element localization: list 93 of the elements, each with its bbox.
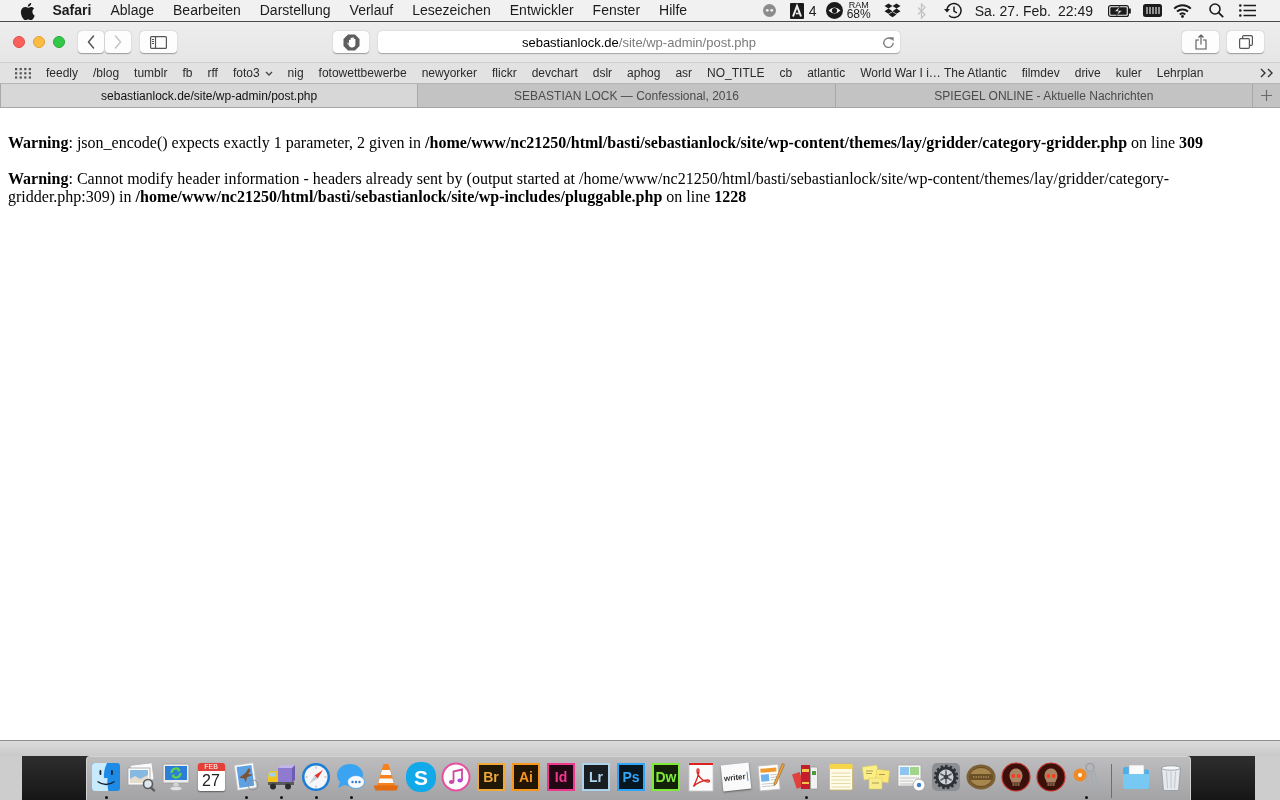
bookmark-link[interactable]: tumblr: [134, 66, 168, 80]
tab[interactable]: SEBASTIAN LOCK — Confessional, 2016: [417, 84, 835, 107]
bookmark-link[interactable]: World War I i… The Atlantic: [860, 66, 1007, 80]
bookmark-link[interactable]: cb: [779, 66, 793, 80]
chevron-right-icon: [114, 35, 122, 49]
sidebar-button[interactable]: [140, 31, 177, 53]
document-pencil-icon[interactable]: [756, 762, 786, 792]
history-icon[interactable]: [942, 2, 962, 19]
time-label[interactable]: 22:49: [1057, 2, 1093, 19]
writer-tile[interactable]: writer: [720, 762, 752, 792]
warning-message: Warning: Cannot modify header information - headers already sent by (output started at /home/www/nc21250/html/basti/sebastianlock/site/wp-content/themes/lay/gridder/category-gridder.php:309) in /home/www/nc21250/html/basti/sebastianlock/site/wp-includes/pluggable.php on line 1228: [8, 170, 1171, 206]
close-button[interactable]: [13, 36, 25, 48]
chip-icon[interactable]: [1143, 3, 1162, 18]
content-blocker-button[interactable]: [333, 31, 369, 53]
date-label[interactable]: Sa. 27. Feb.: [974, 2, 1051, 19]
back-button[interactable]: [78, 31, 104, 53]
compass-icon[interactable]: [301, 762, 331, 792]
bookmark-link[interactable]: asr: [675, 66, 693, 80]
ram-reading[interactable]: 68%: [846, 9, 871, 20]
chevron-down-icon: [264, 70, 273, 76]
smiling-face-icon[interactable]: [91, 762, 121, 792]
stop-hand-icon: [342, 33, 360, 51]
address-field[interactable]: sebastianlock.de/site/wp-admin/post.php: [378, 31, 900, 53]
grid-icon[interactable]: [15, 67, 31, 79]
menu-item[interactable]: Bearbeiten: [163, 0, 251, 21]
count-label[interactable]: 4: [808, 2, 817, 19]
bookmark-link[interactable]: Lehrplan: [1156, 66, 1204, 80]
bookmark-link[interactable]: /blog: [93, 66, 120, 80]
document-swirl-icon[interactable]: [686, 762, 716, 792]
menu-item[interactable]: Ablage: [100, 0, 164, 21]
ram-caption[interactable]: RAM: [848, 1, 869, 9]
search-icon[interactable]: [1209, 3, 1224, 18]
bookmark-link[interactable]: fotowettbewerbe: [318, 66, 407, 80]
bookmark-link[interactable]: rff: [207, 66, 218, 80]
share-icon: [1194, 34, 1207, 50]
reload-icon[interactable]: [881, 35, 895, 49]
chevron-left-icon: [87, 35, 95, 49]
menu-item[interactable]: Fenster: [583, 0, 650, 21]
bookmark-link[interactable]: dslr: [592, 66, 613, 80]
truck-icon[interactable]: [266, 762, 296, 792]
tab[interactable]: sebastianlock.de/site/wp-admin/post.php: [0, 84, 418, 107]
share-button[interactable]: [1182, 31, 1219, 53]
app-tile[interactable]: Dw: [652, 763, 680, 791]
monitor-icon[interactable]: [161, 762, 191, 792]
photo-magnifier-icon[interactable]: [126, 762, 156, 792]
menu-item[interactable]: Entwickler: [500, 0, 584, 21]
bookmark-link[interactable]: aphog: [627, 66, 661, 80]
menu-item[interactable]: Lesezeichen: [402, 0, 501, 21]
music-note-icon[interactable]: [441, 762, 471, 792]
bookmark-link[interactable]: NO_TITLE: [707, 66, 765, 80]
bookmark-link[interactable]: nig: [287, 66, 304, 80]
books-icon[interactable]: [791, 762, 821, 792]
list-icon[interactable]: [1239, 4, 1256, 17]
double-chevron-icon[interactable]: [1260, 68, 1275, 78]
eye-icon[interactable]: [825, 2, 843, 19]
face-circle-icon[interactable]: [762, 4, 776, 17]
plus-icon: [1261, 90, 1272, 101]
bookmark-link[interactable]: fb: [182, 66, 193, 80]
app-tile[interactable]: Br: [477, 763, 505, 791]
bookmark-link[interactable]: kuler: [1115, 66, 1142, 80]
diamond-pattern-icon[interactable]: [883, 3, 901, 18]
tab-overview-button[interactable]: [1227, 31, 1264, 53]
menu-item[interactable]: Darstellung: [250, 0, 341, 21]
bookmark-link[interactable]: feedly: [46, 66, 79, 80]
bookmark-folder[interactable]: foto3: [232, 66, 273, 80]
app-menu[interactable]: Safari: [43, 0, 101, 21]
wifi-icon[interactable]: [1173, 3, 1192, 18]
triangle-logo-icon[interactable]: [789, 2, 804, 19]
gear-icon[interactable]: [931, 762, 961, 792]
traffic-cone-icon[interactable]: [371, 762, 401, 792]
medallion-icon[interactable]: [966, 762, 996, 792]
speech-bubble-icon[interactable]: [336, 762, 366, 792]
battery-icon[interactable]: [1108, 4, 1131, 17]
skull-icon[interactable]: [1036, 762, 1066, 792]
app-tile[interactable]: Lr: [582, 763, 610, 791]
warning-message: Warning: json_encode() expects exactly 1 parameter, 2 given in /home/www/nc21250/html/basti/sebastianlock/site/wp-content/themes/lay/gridder/category-gridder.php on line 309: [8, 134, 1205, 152]
menu-item[interactable]: Verlauf: [340, 0, 403, 21]
app-tile[interactable]: Ai: [512, 763, 540, 791]
apple-icon[interactable]: [20, 1, 35, 20]
bookmark-link[interactable]: drive: [1074, 66, 1101, 80]
bookmark-link[interactable]: newyorker: [421, 66, 477, 80]
bookmark-link[interactable]: devchart: [531, 66, 578, 80]
bookmark-link[interactable]: filmdev: [1021, 66, 1060, 80]
sidebar-icon: [150, 35, 167, 49]
tabs-icon: [1238, 35, 1253, 49]
bookmark-link[interactable]: flickr: [492, 66, 517, 80]
bird-stamp-icon[interactable]: [231, 762, 261, 792]
tab[interactable]: SPIEGEL ONLINE - Aktuelle Nachrichten: [834, 84, 1252, 107]
app-tile[interactable]: Id: [547, 763, 575, 791]
bookmark-link[interactable]: atlantic: [807, 66, 846, 80]
menu-item[interactable]: Hilfe: [649, 0, 697, 21]
skull-icon[interactable]: [1001, 762, 1031, 792]
app-tile[interactable]: Ps: [617, 763, 645, 791]
